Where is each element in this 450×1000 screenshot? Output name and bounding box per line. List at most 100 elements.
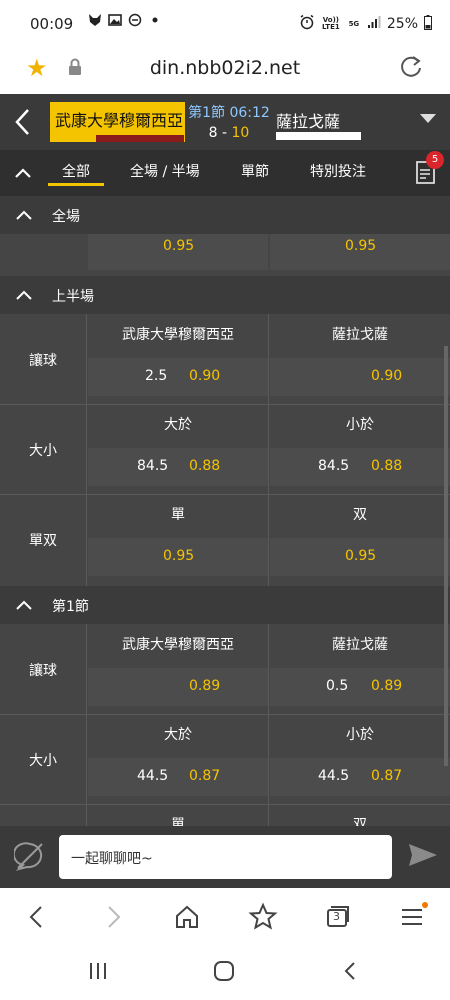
gallery-icon [108,13,122,27]
home-team-box: 武康大學穆爾西亞 [50,102,185,142]
section-title: 上半場 [52,289,94,305]
period-clock: 第1節 06:12 [188,105,270,121]
away-team-name: 薩拉戈薩 [276,112,341,131]
odds-price: 0.87 [189,768,221,784]
browser-menu-icon[interactable] [398,902,428,932]
bet-slip-count-badge: 5 [426,151,444,169]
browser-tabs-icon[interactable]: 3 [322,902,352,932]
recent-apps-icon[interactable] [88,960,108,986]
odds-price: 0.90 [189,368,221,384]
browser-bookmarks-icon[interactable] [248,902,278,932]
section-title: 第1節 [52,599,89,615]
browser-back-icon[interactable] [22,902,52,932]
chat-input[interactable]: 一起聊聊吧~ [59,835,392,879]
grid-divider [0,494,450,495]
odds-cell-q1-handicap-away[interactable]: 0.5 0.89 [270,668,450,706]
odds-line: 2.5 [145,368,168,384]
odds-price: 0.88 [189,458,221,474]
odds-cell-h1-handicap-away[interactable]: 0.90 [270,358,450,396]
tab-quarter[interactable]: 單節 [241,161,269,181]
url-field[interactable]: din.nbb02i2.net [0,57,450,79]
browser-toolbar: 3 [0,888,450,946]
grid-divider [0,404,450,405]
markets-list: 全場 0.95 0.95 上半場 讓球 武康大學穆爾西亞 薩拉戈薩 2.5 0.… [0,196,450,826]
collapse-all-icon[interactable] [12,162,34,188]
grid-divider [86,314,87,586]
odds-price: 0.95 [163,548,195,564]
grid-divider [0,804,450,805]
score: 8 - 10 [185,125,273,141]
tab-count: 3 [333,910,340,923]
col-head-home: 武康大學穆爾西亞 [122,327,234,343]
system-nav-bar [0,946,450,1000]
grid-divider [86,624,87,826]
signal-icon [367,15,381,33]
odds-cell-h1-odd[interactable]: 0.95 [88,538,268,576]
status-bar: 00:09 Vo)) LTE1 5G 25% [0,0,450,48]
odds-line: 44.5 [318,768,350,784]
browser-forward-icon[interactable] [98,902,128,932]
col-head-even: 双 [353,507,367,523]
chevron-up-icon [14,596,34,618]
away-team-color-bar [276,132,361,140]
active-tab-indicator [48,183,104,186]
odds-cell-q1-handicap-home[interactable]: 0.89 [88,668,268,706]
tab-special-bets[interactable]: 特別投注 [310,161,366,181]
odds-cell-full-odd[interactable]: 0.95 [88,234,268,270]
col-head-home: 武康大學穆爾西亞 [122,637,234,653]
fox-icon [88,13,102,27]
away-team-box: 薩拉戈薩 [276,108,361,140]
browser-address-bar: ★ din.nbb02i2.net [0,48,450,94]
send-icon[interactable] [408,842,438,872]
system-home-icon[interactable] [212,960,236,986]
battery-icon [424,14,432,34]
market-label-handicap: 讓球 [29,353,57,369]
chat-bar: 一起聊聊吧~ [0,826,450,888]
col-head-over: 大於 [164,417,192,433]
network-indicator: 5G [348,19,360,28]
odds-cell-h1-over[interactable]: 84.5 0.88 [88,448,268,486]
away-score: 10 [231,125,250,141]
grid-divider [0,714,450,715]
score-separator: - [217,125,232,141]
odds-cell-q1-over[interactable]: 44.5 0.87 [88,758,268,796]
col-head-away: 薩拉戈薩 [332,637,388,653]
odds-cell-h1-under[interactable]: 84.5 0.88 [270,448,450,486]
grid-divider [268,314,269,586]
chat-muted-icon[interactable] [12,840,46,876]
period-info: 第1節 06:12 8 - 10 [185,102,273,141]
market-label-total: 大小 [29,443,57,459]
odds-price: 0.87 [371,768,403,784]
scrollbar[interactable] [444,346,448,766]
col-head-odd: 單 [171,507,185,523]
market-tabs: 全部 全場 / 半場 單節 特別投注 5 [0,150,450,196]
system-back-icon[interactable] [340,960,360,986]
reload-icon[interactable] [398,54,424,84]
chevron-up-icon [14,286,34,308]
section-first-half-header[interactable]: 上半場 [0,276,450,314]
odds-price: 0.88 [371,458,403,474]
match-dropdown-icon[interactable] [420,114,436,123]
odds-line: 0.5 [326,678,349,694]
odds-cell-full-even[interactable]: 0.95 [270,234,450,270]
odds-cell-q1-under[interactable]: 44.5 0.87 [270,758,450,796]
tab-full-half[interactable]: 全場 / 半場 [130,161,200,181]
alarm-icon [299,14,315,34]
home-team-name: 武康大學穆爾西亞 [55,111,184,130]
odds-price: 0.95 [345,548,377,564]
browser-home-icon[interactable] [172,902,202,932]
status-time: 00:09 [30,15,74,33]
market-label-total: 大小 [29,753,57,769]
home-score: 8 [208,125,218,141]
market-label-odd-even: 單双 [29,533,57,549]
section-q1-header[interactable]: 第1節 [0,586,450,624]
grid-divider [268,624,269,826]
col-head-over: 大於 [164,727,192,743]
odds-cell-h1-handicap-home[interactable]: 2.5 0.90 [88,358,268,396]
tab-all[interactable]: 全部 [62,161,90,181]
section-full-game-header[interactable]: 全場 [0,196,450,234]
odds-price: 0.89 [371,678,403,694]
back-button[interactable] [10,104,36,140]
odds-cell-h1-even[interactable]: 0.95 [270,538,450,576]
match-header: 武康大學穆爾西亞 第1節 06:12 8 - 10 薩拉戈薩 [0,94,450,150]
